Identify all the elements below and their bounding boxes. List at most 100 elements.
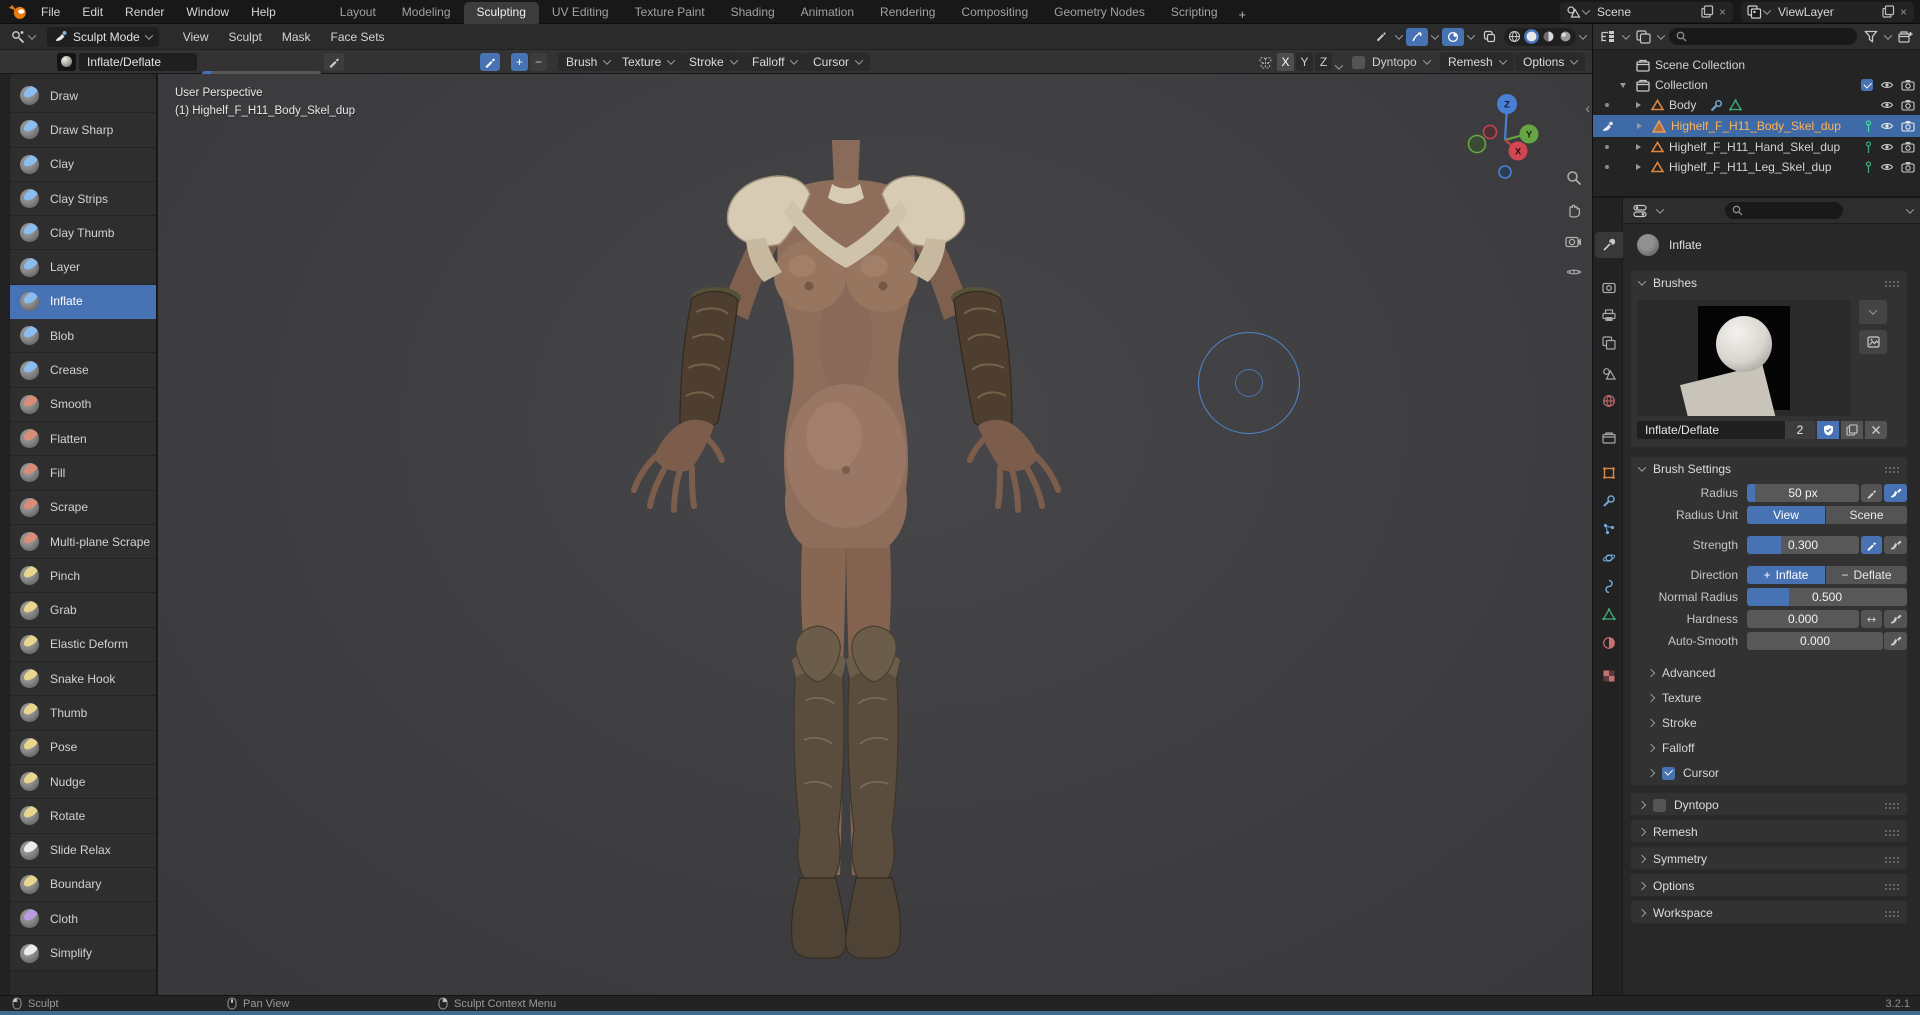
dyntopo-toggle[interactable]: Dyntopo: [1352, 53, 1430, 71]
camera-visibility-icon[interactable]: [1901, 161, 1915, 173]
normal-radius-slider[interactable]: 0.500: [1747, 588, 1907, 606]
subpanel-cursor[interactable]: Cursor: [1648, 766, 1719, 780]
funnel-filter-icon[interactable]: [1862, 29, 1880, 44]
tool-slide-relax[interactable]: Slide Relax: [10, 834, 156, 868]
expand-arrow-icon[interactable]: [1636, 102, 1641, 108]
tab-animation[interactable]: Animation: [788, 2, 867, 24]
brush-dropdown[interactable]: Brush: [558, 53, 618, 71]
camera-visibility-icon[interactable]: [1901, 99, 1915, 111]
collection-checkbox[interactable]: [1861, 79, 1873, 91]
tab-texture-paint[interactable]: Texture Paint: [622, 2, 718, 24]
strength-pressure-icon[interactable]: [1884, 536, 1907, 554]
outliner-row-collection[interactable]: Collection: [1593, 75, 1920, 95]
gizmo-axis-x[interactable]: X: [1509, 142, 1528, 161]
tab-layout[interactable]: Layout: [327, 2, 389, 24]
pan-hand-icon[interactable]: [1566, 202, 1582, 218]
tool-layer[interactable]: Layer: [10, 250, 156, 284]
outliner-row-hand-skel-dup[interactable]: Highelf_F_H11_Hand_Skel_dup: [1593, 137, 1920, 157]
camera-view-icon[interactable]: [1565, 234, 1582, 248]
strength-pressure-icon[interactable]: [480, 53, 500, 71]
annotate-chevron[interactable]: [1395, 31, 1403, 39]
gizmo-axis-y[interactable]: Y: [1520, 125, 1539, 144]
tab-uv-editing[interactable]: UV Editing: [539, 2, 622, 24]
expand-arrow-icon[interactable]: [1620, 83, 1626, 88]
tool-scrape[interactable]: Scrape: [10, 491, 156, 525]
radius-animate-icon[interactable]: [1861, 484, 1882, 502]
outliner-display-mode-icon[interactable]: [1599, 29, 1618, 44]
new-view-layer-icon[interactable]: [1880, 4, 1897, 19]
panel-grip[interactable]: [1884, 802, 1899, 809]
toolbar-gutter[interactable]: [0, 74, 10, 995]
subpanel-advanced[interactable]: Advanced: [1648, 666, 1715, 680]
radius-pressure-icon[interactable]: [1884, 484, 1907, 502]
unlink-brush-icon[interactable]: [1865, 421, 1887, 439]
add-workspace-button[interactable]: +: [1231, 5, 1255, 24]
character-model[interactable]: [596, 140, 1096, 970]
menu-window[interactable]: Window: [175, 0, 240, 24]
auto-smooth-pressure-icon[interactable]: [1884, 632, 1907, 650]
brush-preview-box[interactable]: [1637, 300, 1851, 416]
proportional-edit-icon[interactable]: [1406, 28, 1428, 46]
hide-eye-icon[interactable]: [1880, 79, 1894, 91]
tab-object[interactable]: [1595, 460, 1623, 486]
dyntopo-checkbox[interactable]: [1352, 56, 1365, 69]
expand-arrow-icon[interactable]: [1637, 123, 1642, 129]
mode-selector[interactable]: Sculpt Mode: [47, 27, 159, 47]
options-dropdown[interactable]: Options: [1515, 53, 1585, 71]
outliner-filter-icon[interactable]: [1634, 29, 1653, 45]
hardness-extrapolate-icon[interactable]: ↔: [1861, 610, 1882, 628]
scene-icon[interactable]: [1564, 4, 1583, 20]
strength-animate-icon[interactable]: [1861, 536, 1882, 554]
tab-world[interactable]: [1595, 388, 1623, 414]
menu-file[interactable]: File: [30, 0, 71, 24]
symmetry-panel[interactable]: Symmetry: [1630, 846, 1908, 870]
scene-name[interactable]: Scene: [1589, 5, 1699, 19]
menu-mask[interactable]: Mask: [272, 30, 321, 44]
radius-pressure-icon[interactable]: [324, 53, 344, 71]
panel-grip[interactable]: [1884, 856, 1899, 863]
auto-smooth-slider[interactable]: 0.000: [1747, 632, 1883, 650]
fake-user-shield-icon[interactable]: [1817, 421, 1839, 439]
expand-arrow-icon[interactable]: [1636, 164, 1641, 170]
tool-smooth[interactable]: Smooth: [10, 388, 156, 422]
falloff-dropdown[interactable]: Falloff: [744, 53, 805, 71]
new-collection-icon[interactable]: [1896, 29, 1915, 45]
brush-users-count[interactable]: 2: [1785, 421, 1815, 439]
tool-elastic-deform[interactable]: Elastic Deform: [10, 628, 156, 662]
dyntopo-panel[interactable]: Dyntopo: [1630, 792, 1908, 816]
direction-inflate-button[interactable]: +Inflate: [1747, 566, 1825, 584]
snapping-icon[interactable]: [1442, 28, 1464, 46]
gizmo-axis-x-neg[interactable]: [1484, 126, 1497, 139]
brushes-panel-header[interactable]: Brushes: [1631, 271, 1907, 295]
outliner-row-leg-skel-dup[interactable]: Highelf_F_H11_Leg_Skel_dup: [1593, 157, 1920, 177]
camera-visibility-icon[interactable]: [1901, 79, 1915, 91]
hardness-pressure-icon[interactable]: [1884, 610, 1907, 628]
outliner-search-input[interactable]: [1669, 28, 1857, 45]
hide-eye-icon[interactable]: [1880, 141, 1894, 153]
direction-deflate-button[interactable]: −Deflate: [1826, 566, 1907, 584]
tool-fill[interactable]: Fill: [10, 456, 156, 490]
tab-tool[interactable]: [1595, 232, 1623, 258]
panel-grip[interactable]: [1884, 466, 1899, 473]
shading-material-icon[interactable]: [1541, 29, 1556, 44]
navigation-gizmo[interactable]: Z Y X: [1465, 82, 1545, 186]
outliner-mode-chevron[interactable]: [1622, 31, 1630, 39]
overlays-icon[interactable]: [1478, 28, 1500, 46]
tool-inflate[interactable]: Inflate: [10, 285, 156, 319]
grid-toggle-icon[interactable]: [1566, 264, 1582, 280]
outliner-row-scene-collection[interactable]: Scene Collection: [1593, 55, 1920, 75]
tool-clay-thumb[interactable]: Clay Thumb: [10, 216, 156, 250]
panel-grip[interactable]: [1884, 280, 1899, 287]
subpanel-falloff[interactable]: Falloff: [1648, 741, 1694, 755]
mirror-z-button[interactable]: Z: [1315, 53, 1332, 71]
tab-output[interactable]: [1595, 302, 1623, 328]
tab-rendering[interactable]: Rendering: [867, 2, 948, 24]
menu-edit[interactable]: Edit: [71, 0, 114, 24]
properties-type-chevron[interactable]: [1656, 205, 1664, 213]
tab-scripting[interactable]: Scripting: [1158, 2, 1231, 24]
funnel-chevron[interactable]: [1884, 31, 1892, 39]
viewport-3d[interactable]: User Perspective (1) Highelf_F_H11_Body_…: [158, 74, 1592, 995]
tool-draw[interactable]: Draw: [10, 79, 156, 113]
tab-compositing[interactable]: Compositing: [948, 2, 1041, 24]
menu-view[interactable]: View: [173, 30, 219, 44]
